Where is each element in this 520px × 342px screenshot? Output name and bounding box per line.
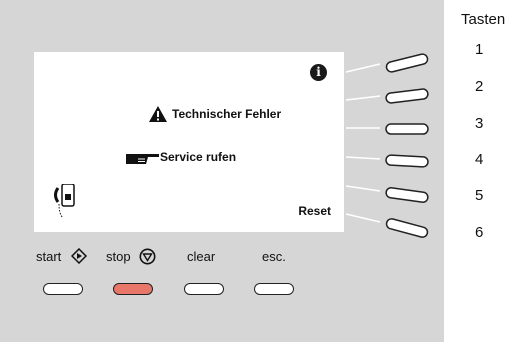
key-number-2: 2 bbox=[475, 78, 484, 95]
softkey-leader-lines bbox=[345, 63, 381, 223]
softkey-4[interactable] bbox=[384, 150, 432, 172]
softkey-5[interactable] bbox=[384, 184, 432, 206]
key-number-1: 1 bbox=[475, 41, 484, 58]
key-number-3: 3 bbox=[475, 115, 484, 132]
softkey-1[interactable] bbox=[384, 52, 432, 74]
key-number-4: 4 bbox=[475, 151, 484, 168]
key-number-6: 6 bbox=[475, 224, 484, 241]
keys-legend-title: Tasten bbox=[461, 11, 506, 28]
softkey-2[interactable] bbox=[384, 85, 432, 107]
softkey-6[interactable] bbox=[384, 216, 432, 240]
key-number-5: 5 bbox=[475, 187, 484, 204]
softkey-3[interactable] bbox=[384, 118, 432, 140]
